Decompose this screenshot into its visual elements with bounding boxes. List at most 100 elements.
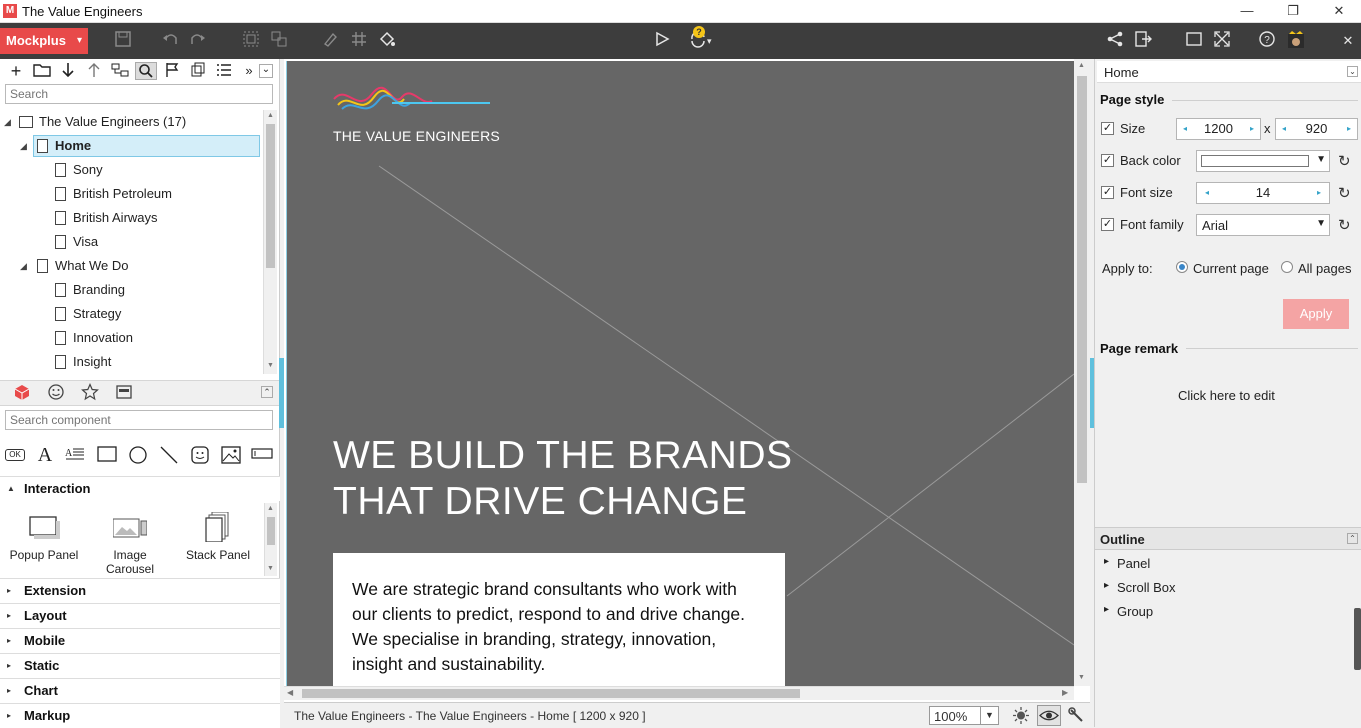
preview-eye-icon[interactable]: [1037, 705, 1061, 726]
tree-item[interactable]: Insight: [0, 350, 262, 374]
rectangle-component-icon[interactable]: [95, 446, 119, 464]
zoom-select[interactable]: 100% ▼: [929, 706, 999, 725]
font-family-select[interactable]: Arial ▼: [1196, 214, 1330, 236]
fill-bucket-icon[interactable]: [375, 30, 399, 52]
design-canvas[interactable]: THE VALUE ENGINEERS WE BUILD THE BRANDS …: [286, 61, 1074, 686]
font-family-checkbox[interactable]: ✓: [1101, 218, 1114, 231]
width-input[interactable]: ◂ 1200 ▸: [1176, 118, 1261, 140]
width-increment-icon[interactable]: ▸: [1250, 119, 1254, 139]
category-mobile[interactable]: ▸ Mobile: [0, 628, 280, 653]
add-page-icon[interactable]: +: [5, 62, 27, 80]
reset-font-family-icon[interactable]: ↻: [1338, 216, 1351, 234]
height-increment-icon[interactable]: ▸: [1347, 119, 1351, 139]
tree-item[interactable]: ◢ The Value Engineers (17): [0, 110, 262, 134]
tab-favorites-star-icon[interactable]: [78, 383, 102, 403]
list-icon[interactable]: [213, 62, 235, 80]
group-icon[interactable]: [239, 30, 263, 52]
reset-font-size-icon[interactable]: ↻: [1338, 184, 1351, 202]
mockplus-menu-button[interactable]: Mockplus ▾: [0, 28, 88, 54]
tree-expand-arrow-icon[interactable]: ◢: [20, 254, 27, 278]
format-painter-icon[interactable]: [318, 30, 342, 52]
width-decrement-icon[interactable]: ◂: [1183, 119, 1187, 139]
comp-scroll-thumb[interactable]: [267, 517, 275, 545]
collapse-properties-icon[interactable]: ⌄: [1347, 66, 1358, 77]
tree-expand-arrow-icon[interactable]: ◢: [20, 134, 27, 158]
component-search-input[interactable]: [5, 410, 273, 430]
tree-item[interactable]: Strategy: [0, 302, 262, 326]
outline-scroll-handle[interactable]: [1354, 608, 1361, 670]
apply-button[interactable]: Apply: [1283, 299, 1349, 329]
save-icon[interactable]: [111, 30, 135, 52]
icon-component-icon[interactable]: [188, 446, 212, 464]
page-search-input[interactable]: [5, 84, 273, 104]
category-interaction[interactable]: ▲ Interaction: [0, 476, 280, 501]
minimize-button[interactable]: —: [1224, 0, 1270, 23]
sitemap-icon[interactable]: [109, 62, 131, 80]
all-pages-label[interactable]: All pages: [1298, 261, 1351, 276]
tab-templates-icon[interactable]: [112, 383, 136, 403]
button-component-icon[interactable]: OK: [3, 446, 27, 464]
page-remark-edit-area[interactable]: Click here to edit: [1178, 388, 1275, 403]
tab-emoji-smiley-icon[interactable]: [44, 383, 68, 403]
tab-components-cube-icon[interactable]: [10, 383, 34, 403]
tree-item[interactable]: British Airways: [0, 206, 262, 230]
outline-expand-arrow-icon[interactable]: ▸: [1104, 580, 1109, 591]
height-input[interactable]: ◂ 920 ▸: [1275, 118, 1358, 140]
all-pages-radio[interactable]: [1281, 261, 1293, 273]
canvas-horizontal-scrollbar[interactable]: ◀ ▶: [284, 686, 1074, 700]
ungroup-icon[interactable]: [267, 30, 291, 52]
sync-icon[interactable]: ? ▾: [679, 26, 719, 52]
scroll-up-arrow-icon[interactable]: ▲: [267, 112, 274, 119]
duplicate-icon[interactable]: [187, 62, 209, 80]
comp-scroll-down-icon[interactable]: ▼: [267, 565, 274, 572]
back-color-checkbox[interactable]: ✓: [1101, 154, 1114, 167]
scroll-down-arrow-icon[interactable]: ▼: [267, 362, 274, 369]
close-window-button[interactable]: ✕: [1316, 0, 1361, 23]
tree-item[interactable]: ◢ Home: [0, 134, 262, 158]
tree-item[interactable]: British Petroleum: [0, 182, 262, 206]
collapse-toolbar-icon[interactable]: ⌄: [259, 64, 273, 78]
reset-back-color-icon[interactable]: ↻: [1338, 152, 1351, 170]
more-tools-icon[interactable]: »: [238, 62, 260, 80]
font-size-input[interactable]: ◂ 14 ▸: [1196, 182, 1330, 204]
canvas-scroll-up-icon[interactable]: ▲: [1078, 62, 1085, 69]
paragraph-component-icon[interactable]: A: [63, 446, 87, 464]
canvas-vscroll-thumb[interactable]: [1077, 76, 1087, 483]
back-color-picker[interactable]: ▼: [1196, 150, 1330, 172]
category-markup[interactable]: ▸ Markup: [0, 703, 280, 728]
font-size-decrement-icon[interactable]: ◂: [1205, 183, 1209, 203]
canvas-scroll-down-icon[interactable]: ▼: [1078, 674, 1085, 681]
image-carousel-component[interactable]: Image Carousel: [88, 508, 172, 576]
intro-text-box[interactable]: We are strategic brand consultants who w…: [333, 553, 785, 686]
size-checkbox[interactable]: ✓: [1101, 122, 1114, 135]
move-up-icon[interactable]: [83, 62, 105, 80]
collapse-components-icon[interactable]: ⌃: [261, 386, 273, 398]
outline-expand-arrow-icon[interactable]: ▸: [1104, 604, 1109, 615]
panel-close-icon[interactable]: ✕: [1336, 30, 1360, 52]
move-down-icon[interactable]: [57, 62, 79, 80]
textbox-component-icon[interactable]: [250, 446, 274, 464]
font-size-checkbox[interactable]: ✓: [1101, 186, 1114, 199]
tree-item[interactable]: Sony: [0, 158, 262, 182]
preview-play-icon[interactable]: [650, 30, 674, 52]
ellipse-component-icon[interactable]: [126, 446, 150, 464]
maximize-button[interactable]: ❐: [1270, 0, 1316, 23]
help-icon[interactable]: ?: [1255, 30, 1279, 52]
redo-icon[interactable]: [186, 30, 210, 52]
canvas-vertical-scrollbar[interactable]: ▲ ▼: [1074, 59, 1090, 686]
tree-scroll-thumb[interactable]: [266, 124, 275, 268]
undo-icon[interactable]: [158, 30, 182, 52]
current-page-label[interactable]: Current page: [1193, 261, 1269, 276]
component-scrollbar[interactable]: ▲ ▼: [264, 503, 277, 576]
stack-panel-component[interactable]: Stack Panel: [176, 508, 260, 568]
search-pages-icon[interactable]: [135, 62, 157, 80]
current-page-radio[interactable]: [1176, 261, 1188, 273]
height-decrement-icon[interactable]: ◂: [1282, 119, 1286, 139]
category-layout[interactable]: ▸ Layout: [0, 603, 280, 628]
flag-icon[interactable]: [161, 62, 183, 80]
text-component-icon[interactable]: A: [33, 445, 57, 465]
comp-scroll-up-icon[interactable]: ▲: [267, 505, 274, 512]
grid-icon[interactable]: [347, 30, 371, 52]
tree-item[interactable]: ◢ What We Do: [0, 254, 262, 278]
left-panel-splitter[interactable]: [279, 358, 284, 428]
